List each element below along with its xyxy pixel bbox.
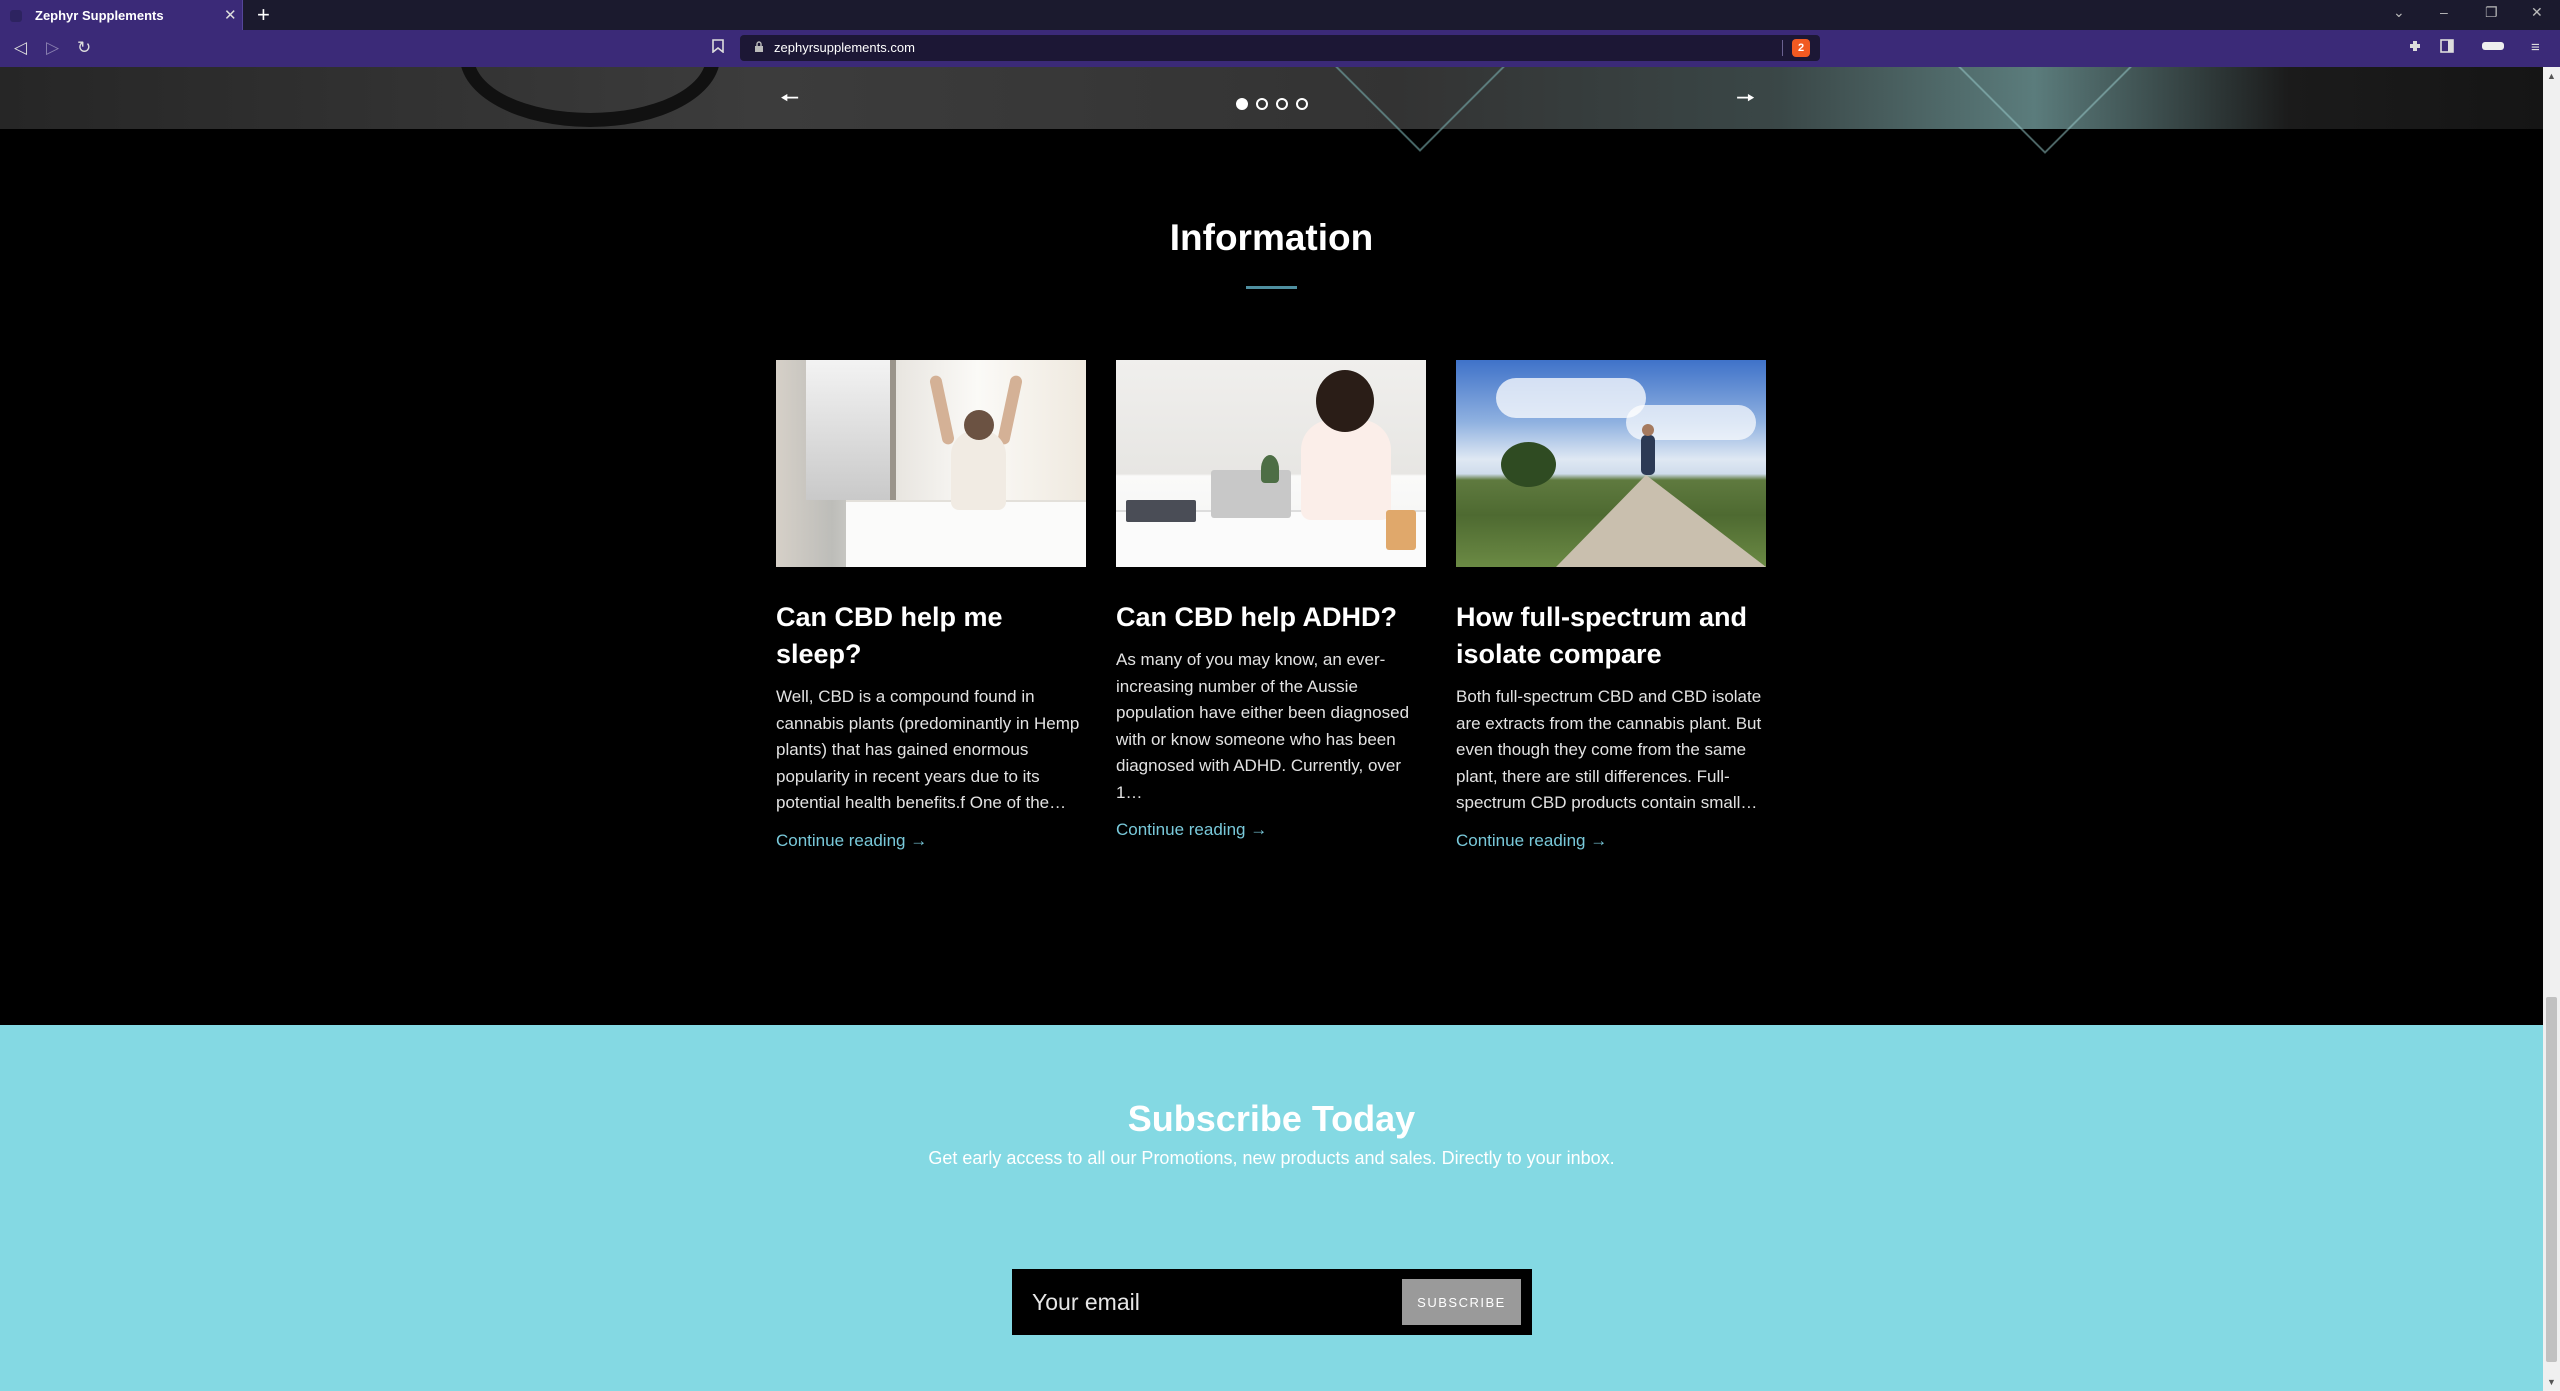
browser-tab[interactable]: Zephyr Supplements ✕ xyxy=(0,0,243,30)
hero-diamond-graphic-2 xyxy=(1953,67,2137,154)
close-window-button[interactable]: ✕ xyxy=(2531,4,2543,21)
address-bar[interactable]: zephyrsupplements.com 2 xyxy=(740,35,1820,61)
address-divider xyxy=(1782,40,1783,56)
page-scrollbar[interactable]: ▲ ▼ xyxy=(2543,67,2560,1391)
continue-reading-link[interactable]: Continue reading → xyxy=(1116,820,1267,840)
post-card-adhd: Can CBD help ADHD? As many of you may kn… xyxy=(1116,360,1426,840)
subscribe-heading: Subscribe Today xyxy=(1127,1098,1416,1139)
extensions-icon[interactable] xyxy=(2408,39,2422,57)
slider-dots xyxy=(1236,98,1308,110)
slider-prev-arrow-icon[interactable]: 🠔 xyxy=(780,87,799,109)
bedroom-stretch-photo-icon[interactable] xyxy=(776,360,1086,567)
tired-student-photo-icon[interactable] xyxy=(1116,360,1426,567)
reload-icon[interactable]: ↻ xyxy=(77,38,91,58)
continue-reading-link[interactable]: Continue reading → xyxy=(776,831,927,851)
wallet-icon[interactable] xyxy=(2482,39,2504,56)
page-content: 🠔 🠖 Information Can CBD help me sleep? W… xyxy=(0,67,2543,1391)
browser-tab-bar: Zephyr Supplements ✕ + ⌄ – ❐ ✕ xyxy=(0,0,2560,30)
subscribe-button[interactable]: SUBSCRIBE xyxy=(1402,1279,1521,1325)
continue-reading-link[interactable]: Continue reading → xyxy=(1456,831,1607,851)
new-tab-button[interactable]: + xyxy=(257,3,270,27)
browser-toolbar: ◁ ▷ ↻ zephyrsupplements.com 2 ≡ xyxy=(0,30,2560,67)
menu-icon[interactable]: ≡ xyxy=(2531,39,2540,56)
back-icon[interactable]: ◁ xyxy=(14,38,27,58)
hero-diamond-graphic xyxy=(1335,67,1505,152)
slider-dot-3[interactable] xyxy=(1276,98,1288,110)
sidebar-icon[interactable] xyxy=(2440,39,2454,57)
subscribe-section: Subscribe Today Get early access to all … xyxy=(0,1025,2543,1391)
tab-list-chevron-icon[interactable]: ⌄ xyxy=(2393,4,2405,21)
tab-title: Zephyr Supplements xyxy=(35,8,164,23)
slider-dot-2[interactable] xyxy=(1256,98,1268,110)
site-favicon-icon xyxy=(10,10,22,22)
post-excerpt: Both full-spectrum CBD and CBD isolate a… xyxy=(1456,687,1762,812)
slider-dot-4[interactable] xyxy=(1296,98,1308,110)
forward-icon[interactable]: ▷ xyxy=(46,38,59,58)
email-input[interactable] xyxy=(1012,1269,1402,1335)
tab-close-icon[interactable]: ✕ xyxy=(224,6,237,24)
scroll-up-icon[interactable]: ▲ xyxy=(2547,71,2556,81)
restore-button[interactable]: ❐ xyxy=(2485,4,2498,21)
information-heading: Information xyxy=(1169,217,1374,258)
post-excerpt: As many of you may know, an ever-increas… xyxy=(1116,650,1410,802)
minimize-button[interactable]: – xyxy=(2440,4,2448,20)
subscribe-description: Get early access to all our Promotions, … xyxy=(928,1148,1615,1168)
post-card-sleep: Can CBD help me sleep? Well, CBD is a co… xyxy=(776,360,1086,851)
scroll-down-icon[interactable]: ▼ xyxy=(2547,1377,2556,1387)
bookmark-icon[interactable] xyxy=(712,39,724,56)
post-title[interactable]: How full-spectrum and isolate compare xyxy=(1456,599,1766,673)
post-card-spectrum: How full-spectrum and isolate compare Bo… xyxy=(1456,360,1766,851)
runner-landscape-photo-icon[interactable] xyxy=(1456,360,1766,567)
slider-dot-1[interactable] xyxy=(1236,98,1248,110)
scrollbar-thumb[interactable] xyxy=(2546,997,2557,1362)
post-excerpt: Well, CBD is a compound found in cannabi… xyxy=(776,687,1080,812)
post-title[interactable]: Can CBD help ADHD? xyxy=(1116,599,1426,636)
hero-slider: 🠔 🠖 xyxy=(0,67,2543,154)
post-title[interactable]: Can CBD help me sleep? xyxy=(776,599,1086,673)
brave-shield-icon[interactable]: 2 xyxy=(1792,39,1810,57)
heading-underline xyxy=(1246,286,1297,289)
subscribe-form: SUBSCRIBE xyxy=(1012,1269,1532,1335)
hero-tire-graphic xyxy=(460,67,720,127)
url-text[interactable]: zephyrsupplements.com xyxy=(774,40,915,55)
lock-icon xyxy=(754,41,764,56)
slider-next-arrow-icon[interactable]: 🠖 xyxy=(1736,87,1755,109)
